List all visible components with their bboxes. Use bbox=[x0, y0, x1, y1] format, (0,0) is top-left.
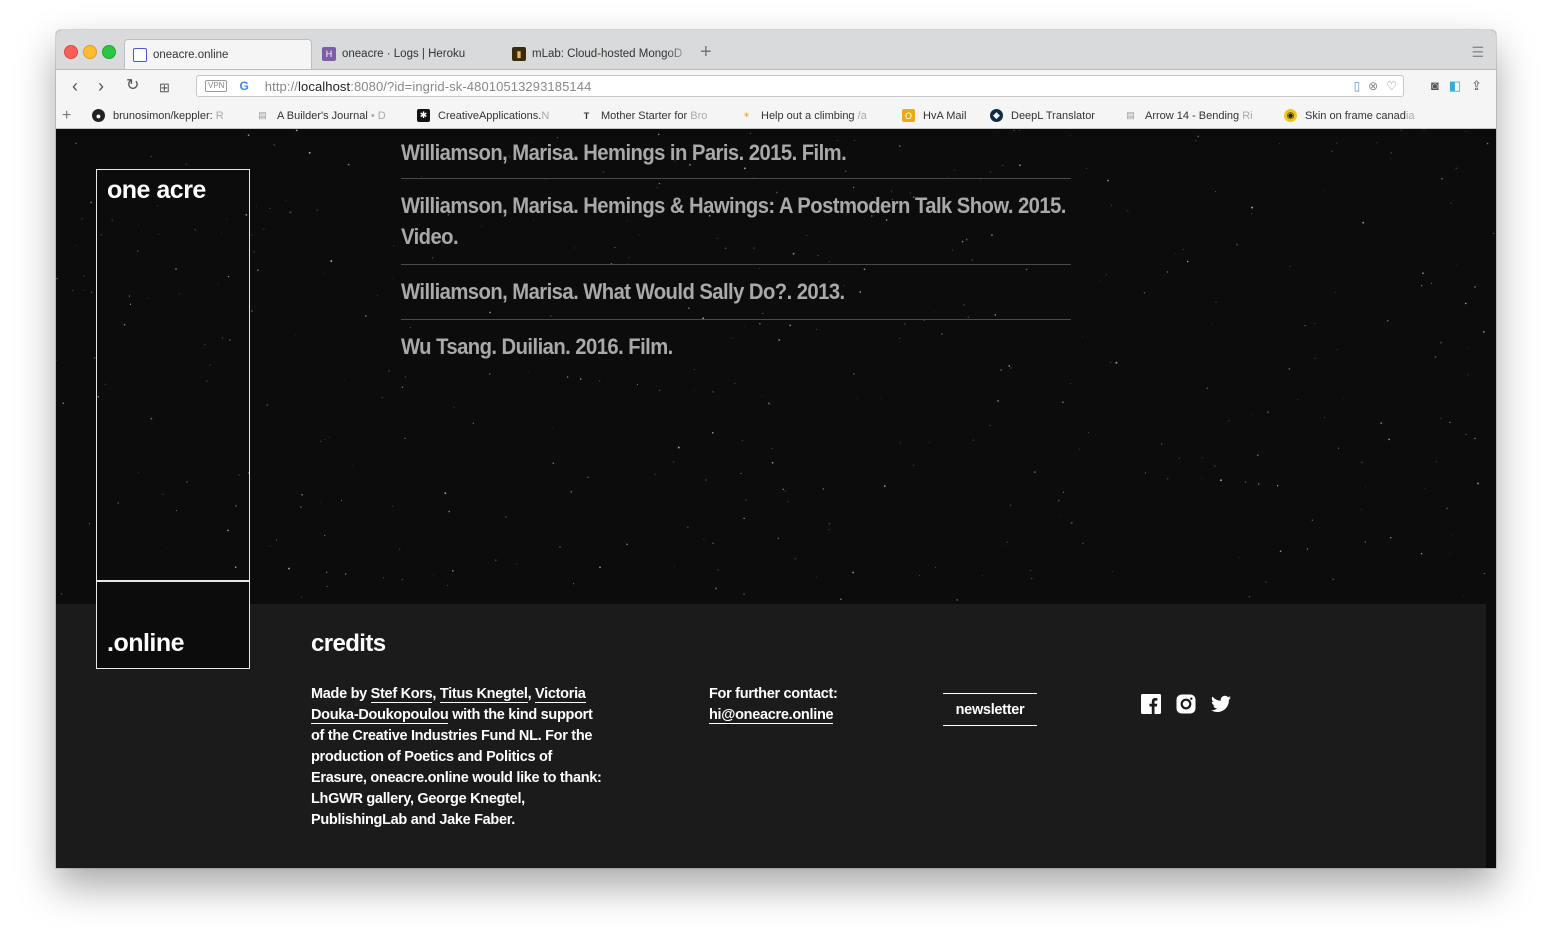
mail-icon: O bbox=[902, 109, 915, 122]
tab-title: mLab: Cloud-hosted MongoD bbox=[532, 48, 683, 60]
entry-list: Williamson, Marisa. Hemings in Paris. 20… bbox=[401, 129, 1071, 362]
credits-text: Made by Stef Kors, Titus Knegtel, Victor… bbox=[311, 686, 602, 828]
bookmark-item[interactable]: ▤ Arrow 14 - Bending Ri bbox=[1124, 109, 1264, 122]
bookmark-item[interactable]: ▤ A Builder's Journal • D bbox=[256, 109, 396, 122]
bookmark-item[interactable]: ✶ Help out a climbing /a bbox=[740, 109, 880, 122]
heroku-icon: H bbox=[322, 47, 336, 61]
bookmarks-bar: + ● brunosimon/keppler: R ▤ A Builder's … bbox=[56, 104, 1496, 129]
newsletter-button[interactable]: newsletter bbox=[943, 693, 1037, 726]
bookmark-item[interactable]: T Mother Starter for Bro bbox=[580, 109, 720, 122]
reload-icon[interactable]: ↻ bbox=[126, 76, 139, 96]
back-icon[interactable]: ‹ bbox=[72, 76, 78, 96]
credit-link-stef-kors[interactable]: Stef Kors bbox=[370, 686, 433, 703]
document-icon: ▤ bbox=[258, 110, 267, 120]
credits-heading: credits bbox=[311, 630, 386, 657]
tab-title: oneacre · Logs | Heroku bbox=[342, 48, 466, 60]
contact-block: For further contact: hi@oneacre.online bbox=[709, 684, 838, 726]
credit-link-titus-knegtel[interactable]: Titus Knegtel bbox=[439, 686, 528, 703]
logo-frame-bottom[interactable]: .online bbox=[96, 581, 250, 669]
instagram-icon[interactable] bbox=[1176, 694, 1196, 714]
pocket-icon[interactable]: ◙ bbox=[1431, 78, 1439, 94]
page-info-icon[interactable]: ▯ bbox=[1354, 79, 1361, 93]
logo-text-top: one acre bbox=[107, 176, 206, 204]
bookmark-item[interactable]: ● brunosimon/keppler: R bbox=[92, 109, 237, 122]
add-bookmark-icon[interactable]: + bbox=[62, 107, 71, 125]
new-tab-icon[interactable]: + bbox=[700, 42, 712, 62]
adblock-icon[interactable]: ⊗ bbox=[1368, 79, 1378, 93]
bookmark-item[interactable]: ✱ CreativeApplications. N bbox=[417, 109, 562, 122]
contact-email-link[interactable]: hi@oneacre.online bbox=[709, 707, 834, 724]
browser-window: oneacre.online H oneacre · Logs | Heroku… bbox=[56, 30, 1496, 868]
close-window-button[interactable] bbox=[64, 45, 78, 59]
extension-icon[interactable]: ◧ bbox=[1449, 78, 1461, 94]
bookmark-heart-icon[interactable]: ♡ bbox=[1386, 79, 1397, 93]
tab-title: oneacre.online bbox=[153, 48, 229, 61]
navigation-bar: ‹ › ↻ ⊞ VPN G http://localhost:8080/?id=… bbox=[56, 70, 1496, 104]
github-icon: ● bbox=[92, 109, 105, 122]
logo-frame[interactable]: one acre bbox=[96, 169, 250, 581]
footer: credits Made by Stef Kors, Titus Knegtel… bbox=[56, 604, 1486, 868]
facebook-icon[interactable] bbox=[1141, 694, 1161, 714]
skin-on-frame-icon: ◉ bbox=[1284, 109, 1297, 122]
address-bar[interactable]: VPN G http://localhost:8080/?id=ingrid-s… bbox=[196, 75, 1404, 97]
list-item[interactable]: Williamson, Marisa. Hemings & Hawings: A… bbox=[401, 179, 1071, 265]
minimize-window-button[interactable] bbox=[83, 45, 97, 59]
document-icon: ▤ bbox=[1126, 110, 1135, 120]
share-icon[interactable]: ⇪ bbox=[1471, 78, 1482, 94]
url-text[interactable]: http://localhost:8080/?id=ingrid-sk-4801… bbox=[265, 79, 592, 94]
list-item[interactable]: Wu Tsang. Duilian. 2016. Film. bbox=[401, 320, 1071, 362]
page-icon bbox=[133, 47, 147, 62]
bookmark-item[interactable]: O HvA Mail bbox=[902, 109, 982, 122]
tab-mlab[interactable]: ▮ mLab: Cloud-hosted MongoD bbox=[504, 39, 692, 69]
tab-oneacre[interactable]: oneacre.online bbox=[124, 39, 312, 69]
bookmark-item[interactable]: ◉ Skin on frame canad ia bbox=[1284, 109, 1429, 122]
tab-menu-icon[interactable]: ☰ bbox=[1471, 44, 1484, 61]
twitter-icon[interactable] bbox=[1211, 694, 1231, 714]
mlab-icon: ▮ bbox=[512, 47, 526, 61]
logo-text-bottom: .online bbox=[107, 629, 185, 657]
bookmark-item[interactable]: ◆ DeepL Translator bbox=[990, 109, 1110, 122]
web-page: Williamson, Marisa. Hemings in Paris. 20… bbox=[56, 129, 1496, 868]
maximize-window-button[interactable] bbox=[102, 45, 116, 59]
list-item[interactable]: Williamson, Marisa. Hemings in Paris. 20… bbox=[401, 129, 1071, 179]
vpn-badge[interactable]: VPN bbox=[205, 80, 228, 92]
contact-label: For further contact: bbox=[709, 686, 838, 702]
creativeapplications-icon: ✱ bbox=[417, 109, 430, 122]
forward-icon[interactable]: › bbox=[98, 76, 104, 96]
google-icon: G bbox=[239, 79, 249, 93]
tab-bar: oneacre.online H oneacre · Logs | Heroku… bbox=[56, 30, 1496, 70]
list-item[interactable]: Williamson, Marisa. What Would Sally Do?… bbox=[401, 265, 1071, 320]
star-icon: ✶ bbox=[742, 110, 751, 120]
deepl-icon: ◆ bbox=[990, 109, 1003, 122]
social-links bbox=[1141, 694, 1231, 714]
nytimes-icon: T bbox=[583, 110, 590, 121]
tab-heroku[interactable]: H oneacre · Logs | Heroku bbox=[314, 39, 502, 69]
speed-dial-icon[interactable]: ⊞ bbox=[159, 78, 170, 98]
